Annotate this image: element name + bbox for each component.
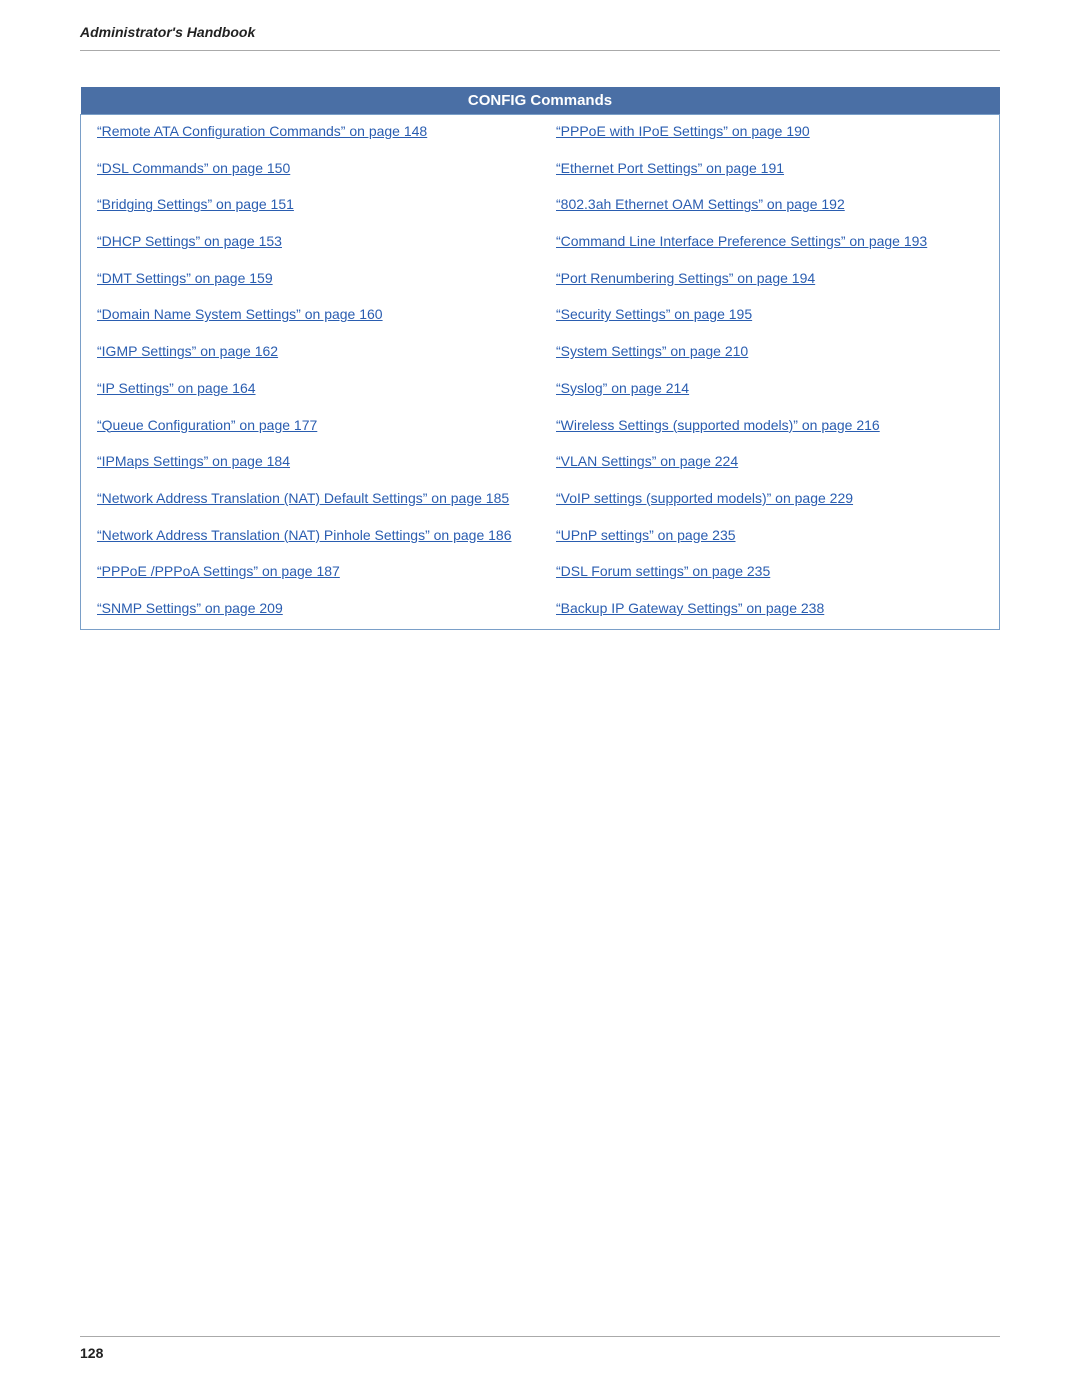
list-item: “802.3ah Ethernet OAM Settings” on page … (556, 193, 983, 216)
page-header: Administrator's Handbook (0, 0, 1080, 50)
list-item: “IPMaps Settings” on page 184 (97, 450, 524, 473)
config-link-left-1[interactable]: “DSL Commands” on page 150 (97, 160, 290, 176)
page-number: 128 (80, 1345, 103, 1361)
list-item: “VoIP settings (supported models)” on pa… (556, 487, 983, 510)
header-title: Administrator's Handbook (80, 24, 1000, 40)
list-item: “Domain Name System Settings” on page 16… (97, 303, 524, 326)
config-link-left-13[interactable]: “SNMP Settings” on page 209 (97, 600, 283, 616)
config-link-left-0[interactable]: “Remote ATA Configuration Commands” on p… (97, 123, 427, 139)
list-item: “Wireless Settings (supported models)” o… (556, 414, 983, 437)
config-link-right-7[interactable]: “Syslog” on page 214 (556, 380, 689, 396)
list-item: “PPPoE /PPPoA Settings” on page 187 (97, 560, 524, 583)
list-item: “DSL Forum settings” on page 235 (556, 560, 983, 583)
config-link-right-2[interactable]: “802.3ah Ethernet OAM Settings” on page … (556, 196, 845, 212)
config-link-right-9[interactable]: “VLAN Settings” on page 224 (556, 453, 738, 469)
list-item: “IGMP Settings” on page 162 (97, 340, 524, 363)
config-link-right-8[interactable]: “Wireless Settings (supported models)” o… (556, 417, 880, 433)
config-link-left-8[interactable]: “Queue Configuration” on page 177 (97, 417, 317, 433)
list-item: “Security Settings” on page 195 (556, 303, 983, 326)
list-item: “DHCP Settings” on page 153 (97, 230, 524, 253)
list-item: “Bridging Settings” on page 151 (97, 193, 524, 216)
list-item: “Backup IP Gateway Settings” on page 238 (556, 597, 983, 620)
page-content: CONFIG Commands “Remote ATA Configuratio… (0, 51, 1080, 670)
list-item: “UPnP settings” on page 235 (556, 524, 983, 547)
config-link-right-1[interactable]: “Ethernet Port Settings” on page 191 (556, 160, 784, 176)
config-link-right-12[interactable]: “DSL Forum settings” on page 235 (556, 563, 770, 579)
list-item: “Command Line Interface Preference Setti… (556, 230, 983, 253)
list-item: “Network Address Translation (NAT) Defau… (97, 487, 524, 510)
config-link-left-10[interactable]: “Network Address Translation (NAT) Defau… (97, 490, 509, 506)
list-item: “Network Address Translation (NAT) Pinho… (97, 524, 524, 547)
config-link-left-6[interactable]: “IGMP Settings” on page 162 (97, 343, 278, 359)
config-link-left-2[interactable]: “Bridging Settings” on page 151 (97, 196, 294, 212)
list-item: “IP Settings” on page 164 (97, 377, 524, 400)
config-commands-table: CONFIG Commands “Remote ATA Configuratio… (80, 87, 1000, 630)
config-link-right-0[interactable]: “PPPoE with IPoE Settings” on page 190 (556, 123, 810, 139)
config-link-right-5[interactable]: “Security Settings” on page 195 (556, 306, 752, 322)
list-item: “DMT Settings” on page 159 (97, 267, 524, 290)
config-link-left-9[interactable]: “IPMaps Settings” on page 184 (97, 453, 290, 469)
config-link-right-11[interactable]: “UPnP settings” on page 235 (556, 527, 736, 543)
config-link-right-6[interactable]: “System Settings” on page 210 (556, 343, 748, 359)
page-footer: 128 (80, 1336, 1000, 1361)
list-item: “Queue Configuration” on page 177 (97, 414, 524, 437)
config-link-left-11[interactable]: “Network Address Translation (NAT) Pinho… (97, 527, 512, 543)
list-item: “PPPoE with IPoE Settings” on page 190 (556, 120, 983, 143)
config-link-left-12[interactable]: “PPPoE /PPPoA Settings” on page 187 (97, 563, 340, 579)
footer-divider (80, 1336, 1000, 1337)
list-item: “Syslog” on page 214 (556, 377, 983, 400)
list-item: “Ethernet Port Settings” on page 191 (556, 157, 983, 180)
config-link-left-7[interactable]: “IP Settings” on page 164 (97, 380, 256, 396)
config-link-left-3[interactable]: “DHCP Settings” on page 153 (97, 233, 282, 249)
list-item: “SNMP Settings” on page 209 (97, 597, 524, 620)
list-item: “System Settings” on page 210 (556, 340, 983, 363)
list-item: “VLAN Settings” on page 224 (556, 450, 983, 473)
config-link-right-3[interactable]: “Command Line Interface Preference Setti… (556, 233, 927, 249)
config-link-right-4[interactable]: “Port Renumbering Settings” on page 194 (556, 270, 815, 286)
config-link-left-4[interactable]: “DMT Settings” on page 159 (97, 270, 273, 286)
list-item: “DSL Commands” on page 150 (97, 157, 524, 180)
config-link-right-10[interactable]: “VoIP settings (supported models)” on pa… (556, 490, 853, 506)
config-link-right-13[interactable]: “Backup IP Gateway Settings” on page 238 (556, 600, 824, 616)
table-heading: CONFIG Commands (81, 87, 1000, 115)
config-link-left-5[interactable]: “Domain Name System Settings” on page 16… (97, 306, 383, 322)
list-item: “Remote ATA Configuration Commands” on p… (97, 120, 524, 143)
list-item: “Port Renumbering Settings” on page 194 (556, 267, 983, 290)
